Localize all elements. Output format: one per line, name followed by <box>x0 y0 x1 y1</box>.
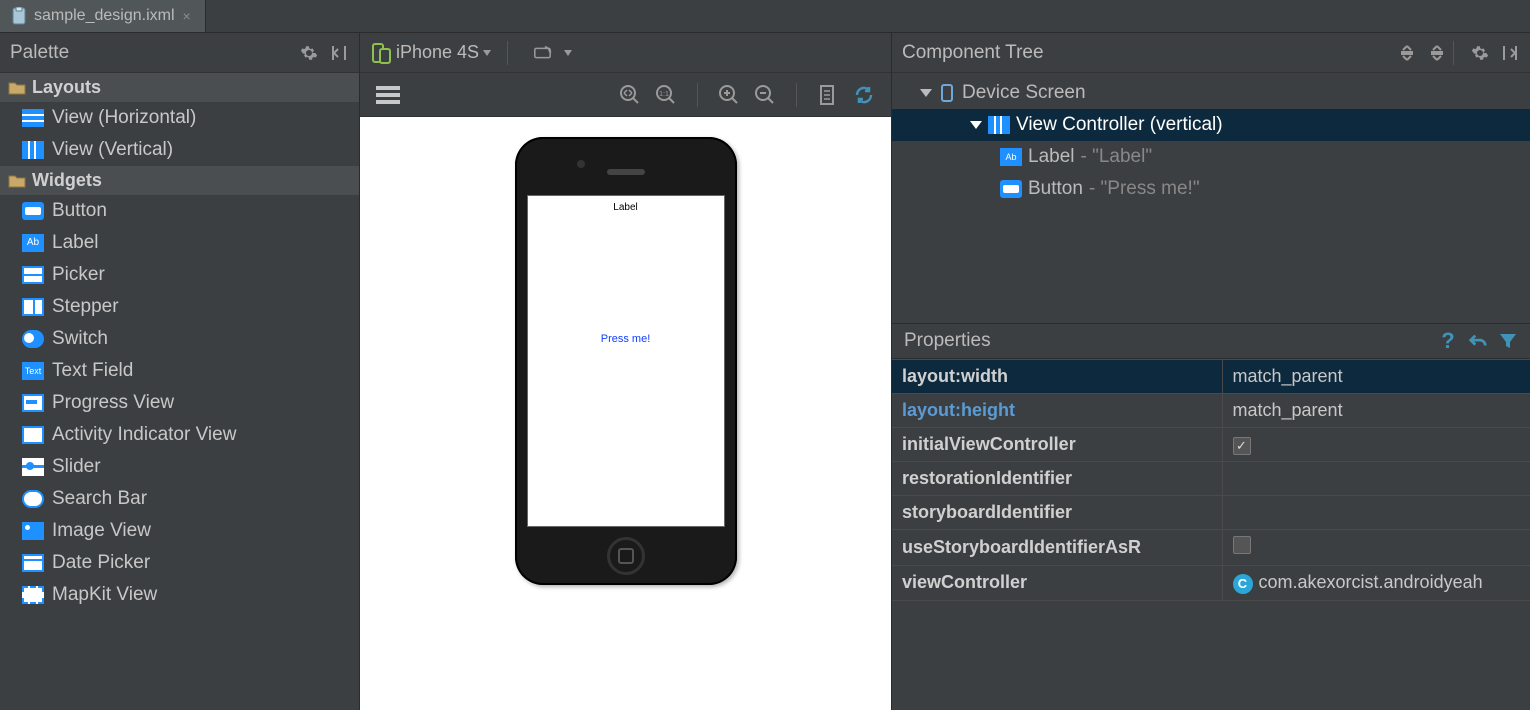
property-row[interactable]: viewControllerCcom.akexorcist.androidyea… <box>892 566 1530 601</box>
ixml-file-icon <box>12 7 28 25</box>
palette-item-progress[interactable]: Progress View <box>0 387 359 419</box>
properties-title: Properties <box>904 330 991 352</box>
folder-icon <box>8 174 26 188</box>
palette-group-label: Layouts <box>32 77 101 98</box>
searchbar-icon <box>22 490 44 508</box>
palette-item-slider[interactable]: Slider <box>0 451 359 483</box>
preview-button[interactable]: Press me! <box>528 333 724 345</box>
palette-item-activity[interactable]: Activity Indicator View <box>0 419 359 451</box>
component-tree-title: Component Tree <box>902 42 1044 64</box>
vertical-stack-icon <box>988 116 1010 134</box>
mapkit-icon <box>22 586 44 604</box>
property-row[interactable]: initialViewController <box>892 428 1530 462</box>
component-tree: Device Screen View Controller (vertical)… <box>892 73 1530 323</box>
palette-item-mapkit[interactable]: MapKit View <box>0 579 359 611</box>
palette-item-searchbar[interactable]: Search Bar <box>0 483 359 515</box>
undo-icon[interactable] <box>1468 331 1488 351</box>
imageview-icon <box>22 522 44 540</box>
label-icon: Ab <box>22 234 44 252</box>
design-canvas-panel: iPhone 4S 1:1 Label Press me! <box>360 33 892 710</box>
palette-item-view-horizontal[interactable]: View (Horizontal) <box>0 102 359 134</box>
stepper-icon <box>22 298 44 316</box>
document-icon[interactable] <box>817 84 839 106</box>
orientation-icon[interactable] <box>534 43 554 63</box>
checkbox-icon[interactable] <box>1233 536 1251 554</box>
palette-item-datepicker[interactable]: Date Picker <box>0 547 359 579</box>
refresh-icon[interactable] <box>853 84 875 106</box>
textfield-icon: Text <box>22 362 44 380</box>
property-row[interactable]: layout:widthmatch_parent <box>892 360 1530 394</box>
device-icon <box>370 42 392 64</box>
label-icon: Ab <box>1000 148 1022 166</box>
device-frame: Label Press me! <box>515 137 737 585</box>
tree-node-view-controller[interactable]: View Controller (vertical) <box>892 109 1530 141</box>
close-tab-icon[interactable]: × <box>181 8 193 24</box>
hide-panel-icon[interactable] <box>1500 43 1520 63</box>
filter-icon[interactable] <box>1498 331 1518 351</box>
zoom-100-icon[interactable]: 1:1 <box>655 84 677 106</box>
palette-list: Layouts View (Horizontal) View (Vertical… <box>0 73 359 710</box>
preview-label[interactable]: Label <box>528 196 724 213</box>
tree-node-label[interactable]: Ab Label - "Label" <box>892 141 1530 173</box>
class-icon: C <box>1233 574 1253 594</box>
switch-icon <box>22 330 44 348</box>
gear-icon[interactable] <box>1470 43 1490 63</box>
palette-item-button[interactable]: Button <box>0 195 359 227</box>
palette-group-layouts[interactable]: Layouts <box>0 73 359 102</box>
hide-panel-icon[interactable] <box>329 43 349 63</box>
editor-tabbar: sample_design.ixml × <box>0 0 1530 33</box>
palette-group-widgets[interactable]: Widgets <box>0 166 359 195</box>
expand-arrow-icon[interactable] <box>970 121 982 129</box>
vertical-stack-icon <box>22 141 44 159</box>
file-tab[interactable]: sample_design.ixml × <box>0 0 206 32</box>
palette-title: Palette <box>10 42 69 64</box>
device-name: iPhone 4S <box>396 42 479 63</box>
help-icon[interactable]: ? <box>1438 331 1458 351</box>
property-row[interactable]: storyboardIdentifier <box>892 496 1530 530</box>
palette-item-picker[interactable]: Picker <box>0 259 359 291</box>
zoom-fit-icon[interactable] <box>619 84 641 106</box>
gear-icon[interactable] <box>299 43 319 63</box>
activity-indicator-icon <box>22 426 44 444</box>
property-row[interactable]: layout:heightmatch_parent <box>892 394 1530 428</box>
palette-group-label: Widgets <box>32 170 102 191</box>
property-row[interactable]: restorationIdentifier <box>892 462 1530 496</box>
property-row[interactable]: useStoryboardIdentifierAsR <box>892 530 1530 566</box>
file-tab-label: sample_design.ixml <box>34 7 175 25</box>
zoom-out-icon[interactable] <box>754 84 776 106</box>
tree-node-device-screen[interactable]: Device Screen <box>892 77 1530 109</box>
palette-panel: Palette Layouts View (Horizontal) View (… <box>0 33 360 710</box>
tree-node-button[interactable]: Button - "Press me!" <box>892 173 1530 205</box>
palette-item-label[interactable]: AbLabel <box>0 227 359 259</box>
progress-icon <box>22 394 44 412</box>
picker-icon <box>22 266 44 284</box>
zoom-in-icon[interactable] <box>718 84 740 106</box>
expand-arrow-icon[interactable] <box>920 89 932 97</box>
checkbox-icon[interactable] <box>1233 437 1251 455</box>
button-icon <box>22 202 44 220</box>
datepicker-icon <box>22 554 44 572</box>
palette-item-stepper[interactable]: Stepper <box>0 291 359 323</box>
expand-all-icon[interactable] <box>1397 43 1417 63</box>
palette-item-imageview[interactable]: Image View <box>0 515 359 547</box>
chevron-down-icon[interactable] <box>564 50 572 56</box>
collapse-all-icon[interactable] <box>1427 43 1447 63</box>
device-screen[interactable]: Label Press me! <box>527 195 725 527</box>
svg-text:1:1: 1:1 <box>659 91 669 98</box>
device-selector[interactable]: iPhone 4S <box>370 42 491 64</box>
design-canvas[interactable]: Label Press me! <box>360 117 891 710</box>
chevron-down-icon <box>483 50 491 56</box>
palette-item-textfield[interactable]: TextText Field <box>0 355 359 387</box>
palette-item-view-vertical[interactable]: View (Vertical) <box>0 134 359 166</box>
button-icon <box>1000 180 1022 198</box>
device-icon <box>938 84 956 102</box>
properties-table: layout:widthmatch_parent layout:heightma… <box>892 359 1530 601</box>
palette-item-switch[interactable]: Switch <box>0 323 359 355</box>
slider-icon <box>22 458 44 476</box>
view-mode-icon[interactable] <box>376 86 400 104</box>
folder-icon <box>8 81 26 95</box>
home-button-icon <box>607 537 645 575</box>
horizontal-stack-icon <box>22 109 44 127</box>
